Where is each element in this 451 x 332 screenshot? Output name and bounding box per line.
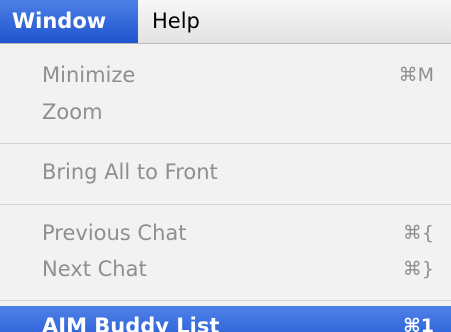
menu-item-label: Minimize bbox=[42, 62, 136, 87]
menu-item-aim-buddy-list[interactable]: AIM Buddy List ⌘1 bbox=[0, 306, 451, 332]
menu-item-label: Bring All to Front bbox=[42, 159, 218, 184]
menu-item-label: Previous Chat bbox=[42, 220, 187, 245]
menu-item-zoom[interactable]: Zoom bbox=[0, 94, 451, 130]
menu-item-next-chat[interactable]: Next Chat ⌘} bbox=[0, 251, 451, 287]
menu-help[interactable]: Help bbox=[138, 0, 213, 43]
menu-window-label: Window bbox=[12, 9, 107, 33]
menu-item-minimize[interactable]: Minimize ⌘M bbox=[0, 57, 451, 93]
screen: Window Help Minimize ⌘M Zoom Bring All t… bbox=[0, 0, 451, 332]
window-menu-dropdown: Minimize ⌘M Zoom Bring All to Front Prev… bbox=[0, 44, 451, 332]
menu-item-shortcut: ⌘{ bbox=[402, 221, 434, 244]
menu-item-bring-all-to-front[interactable]: Bring All to Front bbox=[0, 154, 451, 190]
menu-separator bbox=[0, 300, 451, 301]
menu-window[interactable]: Window bbox=[0, 0, 138, 43]
menu-item-label: Next Chat bbox=[42, 256, 147, 281]
menu-help-label: Help bbox=[152, 9, 200, 33]
menu-item-shortcut: ⌘} bbox=[402, 257, 434, 280]
menu-separator bbox=[0, 204, 451, 205]
menu-item-label: AIM Buddy List bbox=[42, 313, 220, 332]
menu-item-shortcut: ⌘M bbox=[398, 63, 434, 86]
menu-item-shortcut: ⌘1 bbox=[403, 314, 434, 332]
menu-bar: Window Help bbox=[0, 0, 451, 44]
menu-item-previous-chat[interactable]: Previous Chat ⌘{ bbox=[0, 215, 451, 251]
menu-separator bbox=[0, 143, 451, 144]
menu-item-label: Zoom bbox=[42, 99, 103, 124]
